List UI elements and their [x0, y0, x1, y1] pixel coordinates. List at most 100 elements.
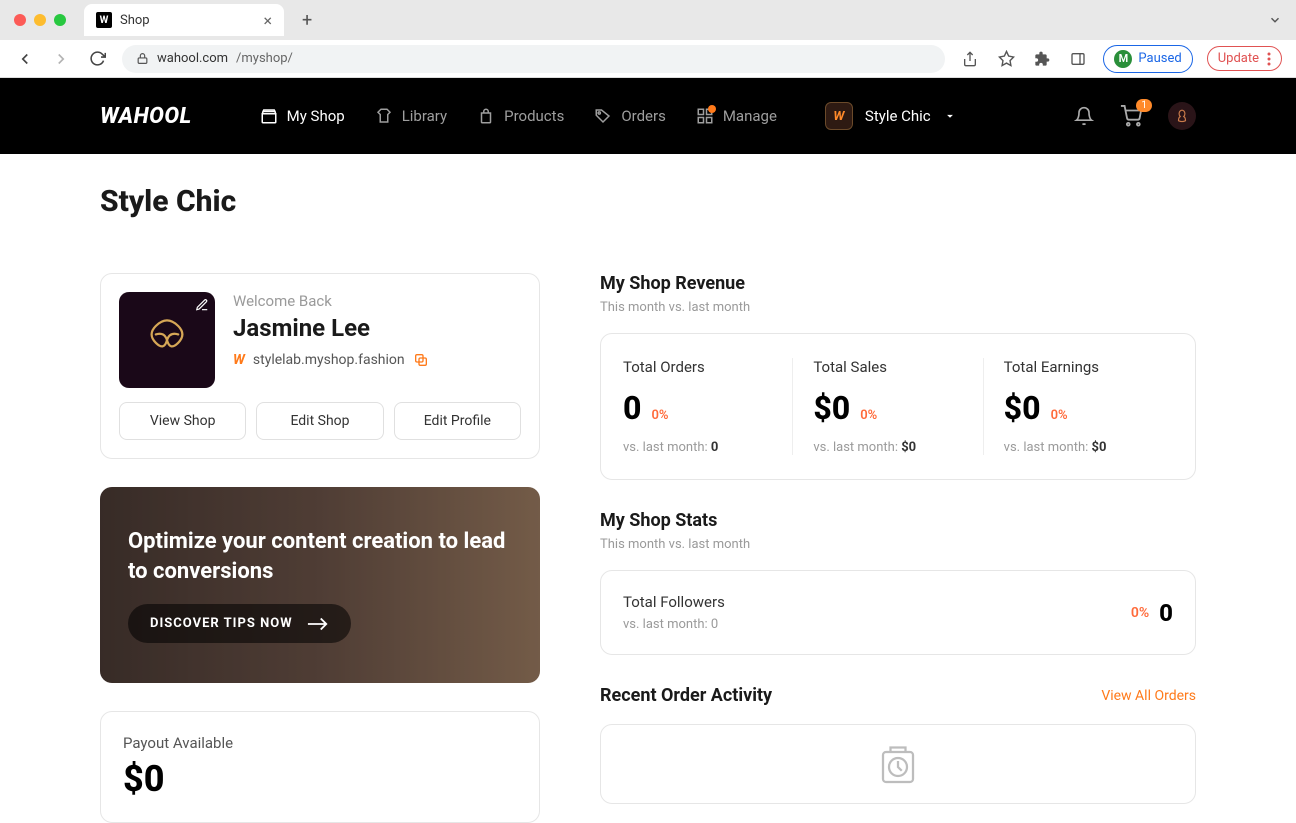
address-bar[interactable]: wahool.com/myshop/	[122, 45, 945, 73]
view-all-orders-link[interactable]: View All Orders	[1101, 688, 1196, 704]
vs-label: vs. last month:	[813, 440, 898, 455]
arrow-right-icon	[307, 617, 329, 631]
bag-icon	[477, 107, 495, 125]
update-label: Update	[1218, 51, 1259, 66]
metric-pct: 0%	[651, 408, 668, 423]
shop-name-label: Style Chic	[865, 107, 931, 125]
vs-label: vs. last month:	[1004, 440, 1089, 455]
page-title: Style Chic	[100, 184, 1196, 219]
revenue-orders: Total Orders 0 0% vs. last month: 0	[623, 358, 793, 455]
window-minimize-icon[interactable]	[34, 14, 46, 26]
nav-myshop[interactable]: My Shop	[260, 107, 345, 125]
metric-pct: 0%	[1051, 408, 1068, 423]
main-nav: My Shop Library Products Orders Manage	[260, 107, 777, 125]
edit-shop-button[interactable]: Edit Shop	[256, 402, 383, 440]
new-tab-button[interactable]: +	[302, 10, 312, 31]
vs-value: $0	[1092, 440, 1107, 455]
payout-value: $0	[123, 758, 517, 800]
followers-value: 0	[1159, 599, 1173, 627]
back-button[interactable]	[14, 50, 36, 68]
profile-paused-button[interactable]: M Paused	[1103, 45, 1192, 73]
nav-label: My Shop	[287, 107, 345, 125]
metric-pct: 0%	[860, 408, 877, 423]
revenue-title: My Shop Revenue	[600, 273, 1196, 294]
shop-logo-icon	[139, 312, 195, 368]
url-path: /myshop/	[236, 51, 293, 66]
share-icon[interactable]	[959, 51, 981, 67]
discover-tips-button[interactable]: DISCOVER TIPS NOW	[128, 604, 351, 643]
cart-button[interactable]: 1	[1120, 105, 1142, 127]
profile-card: Welcome Back Jasmine Lee W stylelab.mysh…	[100, 273, 540, 459]
user-name: Jasmine Lee	[233, 314, 429, 342]
traffic-lights	[14, 14, 66, 26]
nav-orders[interactable]: Orders	[594, 107, 666, 125]
shop-badge-icon: W	[825, 102, 853, 130]
window-close-icon[interactable]	[14, 14, 26, 26]
nav-label: Library	[402, 107, 447, 125]
tag-icon	[594, 107, 612, 125]
vs-value: $0	[901, 440, 916, 455]
nav-label: Manage	[723, 107, 777, 125]
brand-logo[interactable]: WAHOOL	[100, 104, 192, 129]
update-button[interactable]: Update	[1207, 46, 1282, 71]
edit-avatar-icon[interactable]	[195, 298, 209, 312]
revenue-card: Total Orders 0 0% vs. last month: 0 Total…	[600, 333, 1196, 480]
browser-tab[interactable]: W Shop ×	[84, 4, 284, 36]
forward-button[interactable]	[50, 50, 72, 68]
url-bar: wahool.com/myshop/ M Paused Update	[0, 40, 1296, 78]
tabs-dropdown-icon[interactable]	[1268, 13, 1282, 27]
favicon-icon: W	[96, 12, 112, 28]
nav-products[interactable]: Products	[477, 107, 564, 125]
shop-selector[interactable]: W Style Chic	[825, 102, 957, 130]
clock-empty-icon	[870, 743, 926, 785]
shirt-icon	[375, 107, 393, 125]
tab-close-icon[interactable]: ×	[263, 11, 272, 30]
followers-pct: 0%	[1131, 605, 1149, 621]
metric-label: Total Orders	[623, 358, 772, 376]
window-maximize-icon[interactable]	[54, 14, 66, 26]
kebab-icon	[1267, 52, 1271, 66]
edit-profile-button[interactable]: Edit Profile	[394, 402, 521, 440]
copy-icon[interactable]	[413, 352, 429, 368]
shop-avatar	[119, 292, 215, 388]
metric-label: Total Sales	[813, 358, 962, 376]
shop-url-row: W stylelab.myshop.fashion	[233, 352, 429, 368]
vs-label: vs. last month:	[623, 440, 708, 455]
reload-button[interactable]	[86, 50, 108, 67]
shop-url: stylelab.myshop.fashion	[253, 352, 405, 368]
paused-label: Paused	[1138, 51, 1181, 66]
banner-title: Optimize your content creation to lead t…	[128, 527, 512, 586]
shop-icon	[260, 107, 278, 125]
tab-title: Shop	[120, 13, 255, 28]
panel-icon[interactable]	[1067, 51, 1089, 67]
nav-library[interactable]: Library	[375, 107, 447, 125]
view-shop-button[interactable]: View Shop	[119, 402, 246, 440]
profile-avatar[interactable]	[1168, 102, 1196, 130]
stats-card: Total Followers vs. last month: 0 0% 0	[600, 570, 1196, 655]
nav-label: Products	[504, 107, 564, 125]
bookmark-icon[interactable]	[995, 50, 1017, 67]
payout-card: Payout Available $0	[100, 711, 540, 823]
vs-value: 0	[711, 440, 718, 455]
nav-manage[interactable]: Manage	[696, 107, 777, 125]
wahool-mini-icon: W	[233, 352, 245, 368]
stats-title: My Shop Stats	[600, 510, 1196, 531]
notifications-button[interactable]	[1074, 106, 1094, 126]
banner-cta-label: DISCOVER TIPS NOW	[150, 616, 293, 631]
payout-label: Payout Available	[123, 734, 517, 752]
url-domain: wahool.com	[157, 51, 228, 66]
tips-banner: Optimize your content creation to lead t…	[100, 487, 540, 683]
lock-icon	[136, 52, 149, 65]
revenue-earnings: Total Earnings $00% vs. last month: $0	[984, 358, 1173, 455]
revenue-sales: Total Sales $0 0% vs. last month: $0	[793, 358, 983, 455]
notification-dot-icon	[708, 105, 716, 113]
metric-value: $0	[813, 392, 850, 424]
tab-bar: W Shop × +	[0, 0, 1296, 40]
extensions-icon[interactable]	[1031, 51, 1053, 67]
welcome-label: Welcome Back	[233, 292, 429, 310]
revenue-subtitle: This month vs. last month	[600, 300, 1196, 315]
recent-title: Recent Order Activity	[600, 685, 772, 706]
metric-value: 0	[623, 392, 641, 424]
cart-count-badge: 1	[1136, 99, 1152, 112]
app-header: WAHOOL My Shop Library Products Orders M…	[0, 78, 1296, 154]
